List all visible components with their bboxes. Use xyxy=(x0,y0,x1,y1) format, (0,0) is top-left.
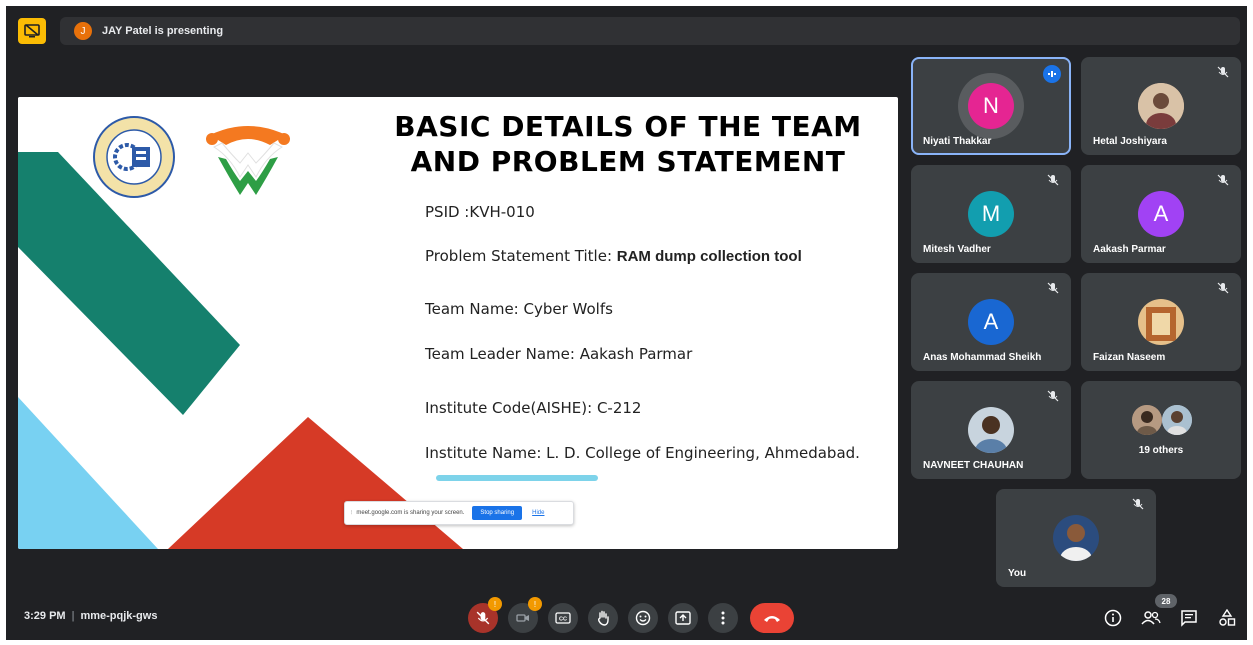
leave-call-button[interactable] xyxy=(750,603,794,633)
participant-tile-you[interactable]: You xyxy=(996,489,1156,587)
avatar: A xyxy=(1138,191,1184,237)
camera-off-icon xyxy=(516,614,529,622)
sih-logo xyxy=(206,126,290,195)
participant-name: Niyati Thakkar xyxy=(923,136,992,147)
participant-tile-aakash[interactable]: A Aakash Parmar xyxy=(1081,165,1241,263)
meeting-info: 3:29 PM | mme-pqjk-gws xyxy=(24,610,157,622)
participant-tile-hetal[interactable]: Hetal Joshiyara xyxy=(1081,57,1241,155)
people-icon xyxy=(1141,611,1161,625)
activities-button[interactable] xyxy=(1216,607,1238,629)
presenting-banner: J JAY Patel is presenting xyxy=(60,17,1240,45)
info-separator: | xyxy=(71,610,75,622)
sharing-message: meet.google.com is sharing your screen. xyxy=(356,510,465,516)
participant-tile-mitesh[interactable]: M Mitesh Vadher xyxy=(911,165,1071,263)
svg-text:CC: CC xyxy=(559,617,567,623)
meet-window: J JAY Patel is presenting BASIC DETAILS … xyxy=(6,6,1247,640)
hide-link[interactable]: Hide xyxy=(532,510,544,516)
participant-name: Hetal Joshiyara xyxy=(1093,136,1167,147)
more-options-button[interactable] xyxy=(708,603,738,633)
mic-warning-badge: ! xyxy=(488,597,502,611)
mic-off-icon xyxy=(1217,174,1229,186)
present-button[interactable] xyxy=(668,603,698,633)
mic-off-icon xyxy=(1047,174,1059,186)
captions-icon: CC xyxy=(555,612,571,624)
participant-name: Mitesh Vadher xyxy=(923,244,991,255)
meeting-details-button[interactable] xyxy=(1102,607,1124,629)
raise-hand-button[interactable] xyxy=(588,603,618,633)
mic-off-icon xyxy=(1217,282,1229,294)
people-button[interactable] xyxy=(1140,607,1162,629)
avatar: M xyxy=(968,191,1014,237)
hand-icon xyxy=(597,610,609,626)
participant-tile-anas[interactable]: A Anas Mohammad Sheikh xyxy=(911,273,1071,371)
shared-screen: BASIC DETAILS OF THE TEAM AND PROBLEM ST… xyxy=(18,97,898,549)
participant-name: NAVNEET CHAUHAN xyxy=(923,460,1024,471)
participant-tile-others[interactable]: 19 others xyxy=(1081,381,1241,479)
present-screen-icon xyxy=(675,611,691,625)
participant-name: Anas Mohammad Sheikh xyxy=(923,352,1042,363)
emoji-button[interactable] xyxy=(628,603,658,633)
meeting-code: mme-pqjk-gws xyxy=(80,610,158,622)
meeting-time: 3:29 PM xyxy=(24,610,66,622)
avatar: A xyxy=(968,299,1014,345)
institute-name-text: Institute Name: L. D. College of Enginee… xyxy=(425,444,860,462)
others-avatar-2 xyxy=(1162,405,1192,435)
camera-warning-badge: ! xyxy=(528,597,542,611)
people-count-badge: 28 xyxy=(1155,594,1177,608)
activities-icon xyxy=(1219,609,1236,626)
avatar xyxy=(1138,83,1184,129)
participant-tile-navneet[interactable]: NAVNEET CHAUHAN xyxy=(911,381,1071,479)
chat-icon xyxy=(1181,610,1197,627)
participant-tile-niyati[interactable]: N Niyati Thakkar xyxy=(911,57,1071,155)
slide-title-line2: AND PROBLEM STATEMENT xyxy=(410,145,846,178)
avatar xyxy=(1053,515,1099,561)
avatar xyxy=(1138,299,1184,345)
speaking-indicator-icon xyxy=(1043,65,1061,83)
participant-tile-faizan[interactable]: Faizan Naseem xyxy=(1081,273,1241,371)
problem-label: Problem Statement Title: xyxy=(425,247,617,265)
participant-name: You xyxy=(1008,568,1027,579)
stop-sharing-button[interactable]: Stop sharing xyxy=(472,506,523,520)
captions-button[interactable]: CC xyxy=(548,603,578,633)
others-avatar-1 xyxy=(1132,405,1162,435)
emoji-icon xyxy=(635,610,651,626)
avatar: N xyxy=(968,83,1014,129)
stop-presenting-icon[interactable] xyxy=(18,18,46,44)
slide-accent-bar xyxy=(436,475,598,481)
chat-button[interactable] xyxy=(1178,607,1200,629)
participant-name: Faizan Naseem xyxy=(1093,352,1166,363)
info-icon: ⦙ xyxy=(351,509,353,516)
team-name-text: Team Name: Cyber Wolfs xyxy=(425,300,613,318)
info-icon xyxy=(1104,609,1122,627)
presenting-text: JAY Patel is presenting xyxy=(102,25,224,37)
mic-off-icon xyxy=(1217,66,1229,78)
end-call-icon xyxy=(764,616,780,622)
ld-college-logo xyxy=(93,116,175,198)
mic-toggle-button[interactable]: ! xyxy=(468,597,502,633)
avatar xyxy=(968,407,1014,453)
slide-title-line1: BASIC DETAILS OF THE TEAM xyxy=(394,110,862,143)
camera-toggle-button[interactable]: ! xyxy=(508,597,542,633)
others-label: 19 others xyxy=(1138,445,1184,456)
more-vert-icon xyxy=(721,611,725,625)
mic-off-icon xyxy=(476,611,490,625)
mic-off-icon xyxy=(1047,282,1059,294)
problem-statement: Problem Statement Title: RAM dump collec… xyxy=(425,247,802,265)
problem-value: RAM dump collection tool xyxy=(616,248,802,265)
mic-off-icon xyxy=(1047,390,1059,402)
institute-code-text: Institute Code(AISHE): C-212 xyxy=(425,399,642,417)
psid-text: PSID :KVH-010 xyxy=(425,203,535,221)
sharing-notification: ⦙ meet.google.com is sharing your screen… xyxy=(344,501,574,525)
mic-off-icon xyxy=(1132,498,1144,510)
slide-title: BASIC DETAILS OF THE TEAM AND PROBLEM ST… xyxy=(378,109,878,179)
team-leader-text: Team Leader Name: Aakash Parmar xyxy=(425,345,693,363)
participant-name: Aakash Parmar xyxy=(1093,244,1166,255)
presenter-avatar: J xyxy=(74,22,92,40)
